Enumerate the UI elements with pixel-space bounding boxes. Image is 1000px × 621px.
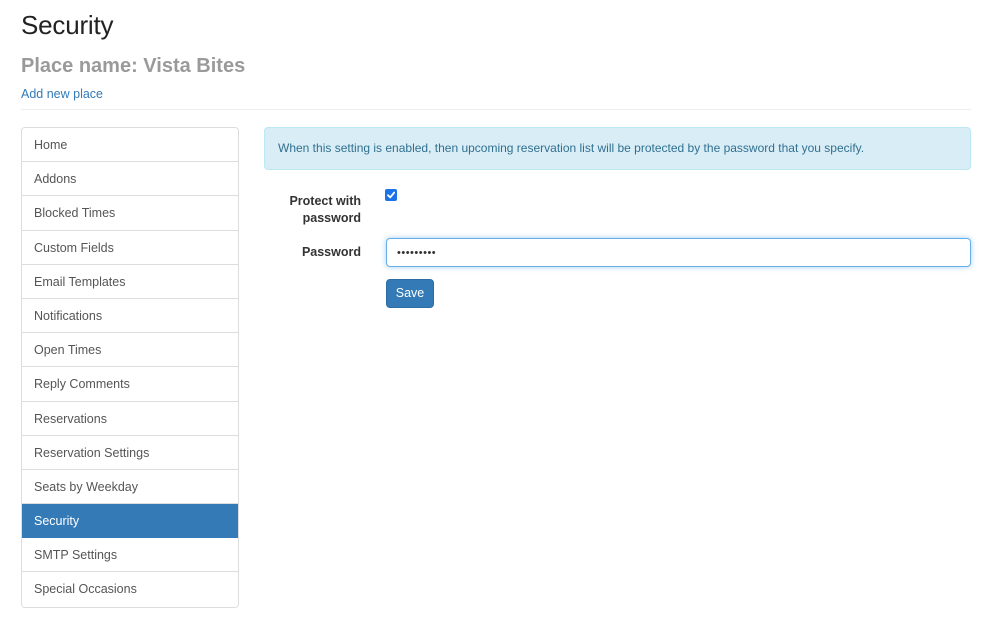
password-label: Password (301, 245, 361, 259)
place-name-heading: Place name: Vista Bites (21, 55, 246, 77)
sidebar-item-blocked-times[interactable]: Blocked Times (22, 196, 238, 231)
protect-label-line1: Protect with (289, 194, 361, 208)
sidebar-item-email-templates[interactable]: Email Templates (22, 264, 238, 299)
sidebar-item-custom-fields[interactable]: Custom Fields (22, 230, 238, 265)
save-button[interactable]: Save (386, 279, 434, 308)
protect-label: Protect with password (251, 193, 361, 227)
sidebar-item-security[interactable]: Security (22, 504, 238, 539)
sidebar-item-smtp-settings[interactable]: SMTP Settings (22, 538, 238, 573)
add-new-place-link[interactable]: Add new place (21, 87, 103, 101)
divider (21, 109, 971, 110)
sidebar-item-reservations[interactable]: Reservations (22, 401, 238, 436)
sidebar-item-home[interactable]: Home (22, 128, 238, 163)
sidebar-item-reservation-settings[interactable]: Reservation Settings (22, 435, 238, 470)
checkmark-icon (387, 191, 396, 199)
password-input[interactable] (386, 238, 971, 267)
sidebar-item-special-occasions[interactable]: Special Occasions (22, 572, 238, 607)
page-title: Security (21, 10, 114, 40)
sidebar-item-open-times[interactable]: Open Times (22, 333, 238, 368)
sidebar-item-reply-comments[interactable]: Reply Comments (22, 367, 238, 402)
info-alert: When this setting is enabled, then upcom… (264, 127, 971, 170)
protect-checkbox[interactable] (385, 189, 397, 201)
sidebar-item-notifications[interactable]: Notifications (22, 298, 238, 334)
sidebar-item-addons[interactable]: Addons (22, 162, 238, 197)
sidebar-item-seats-by-weekday[interactable]: Seats by Weekday (22, 469, 238, 505)
protect-label-line2: password (302, 211, 361, 225)
sidebar-nav: Home Addons Blocked Times Custom Fields … (21, 127, 239, 608)
